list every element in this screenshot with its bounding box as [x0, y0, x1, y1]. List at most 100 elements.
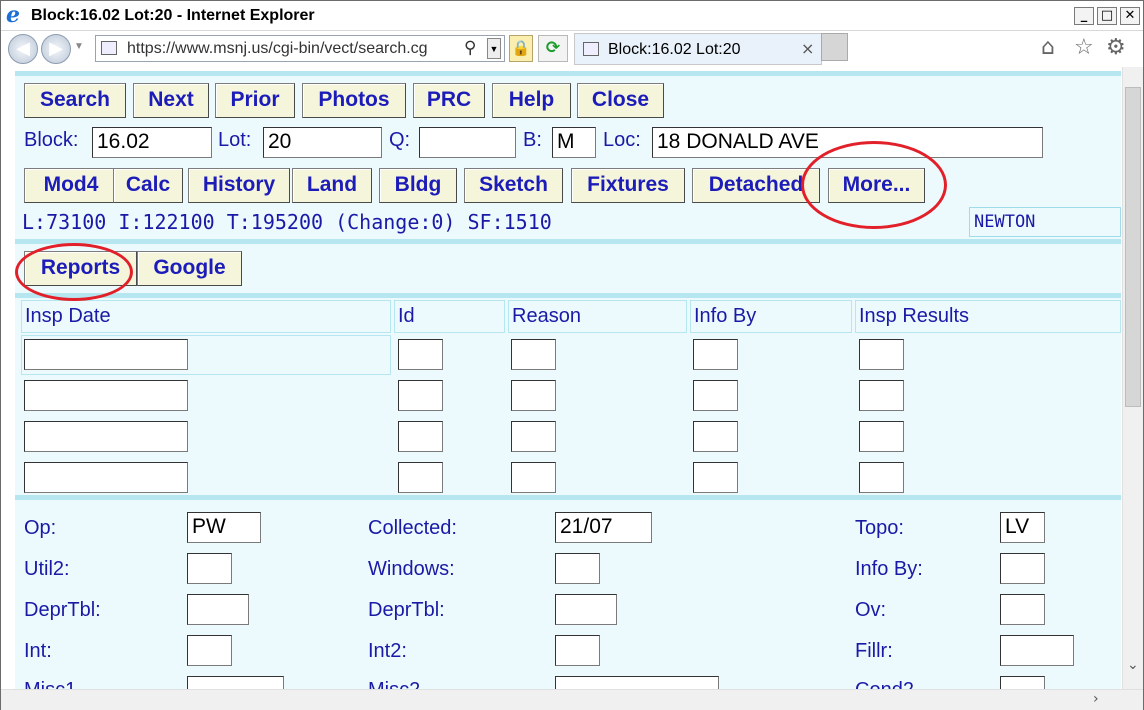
insp-info-by-field[interactable]: [693, 421, 738, 452]
misc2-field[interactable]: [555, 676, 719, 689]
history-dropdown-icon[interactable]: ▼: [74, 41, 84, 52]
tab-close-icon[interactable]: ×: [801, 39, 814, 58]
photos-button[interactable]: Photos: [302, 83, 406, 118]
insp-reason-field[interactable]: [511, 339, 556, 370]
table-header-cell: Id: [394, 300, 505, 333]
insp-results-field[interactable]: [859, 380, 904, 411]
bldg-button[interactable]: Bldg: [379, 168, 457, 203]
forward-button[interactable]: ▶: [41, 34, 71, 64]
int2-field[interactable]: [555, 635, 600, 666]
int-field[interactable]: [187, 635, 232, 666]
loc-label: Loc:: [603, 129, 641, 151]
table-header-cell: Insp Results: [855, 300, 1121, 333]
reports-button[interactable]: Reports: [24, 251, 137, 286]
navigation-bar: ◀ ▶ ▼ https://www.msnj.us/cgi-bin/vect/s…: [1, 31, 1143, 67]
insp-date-field[interactable]: [24, 421, 188, 452]
misc1-field[interactable]: [187, 676, 284, 689]
horizontal-scrollbar[interactable]: ›: [1, 689, 1143, 710]
insp-results-field[interactable]: [859, 339, 904, 370]
insp-info-by-field[interactable]: [693, 339, 738, 370]
insp-id-field[interactable]: [398, 462, 443, 493]
q-field[interactable]: [419, 127, 516, 158]
internet-explorer-icon: e: [6, 2, 20, 28]
minimize-button[interactable]: _: [1074, 7, 1094, 25]
tab-current[interactable]: Block:16.02 Lot:20 ×: [574, 33, 822, 65]
op-field[interactable]: PW: [187, 512, 261, 543]
column-header: Reason: [512, 305, 581, 327]
collected-field[interactable]: 21/07: [555, 512, 652, 543]
new-tab-button[interactable]: [821, 33, 848, 61]
table-header-cell: Insp Date: [21, 300, 391, 333]
insp-date-field[interactable]: [24, 462, 188, 493]
insp-id-field[interactable]: [398, 380, 443, 411]
insp-reason-field[interactable]: [511, 421, 556, 452]
mod4-button[interactable]: Mod4: [24, 168, 118, 203]
table-header-cell: Reason: [508, 300, 687, 333]
util2-field[interactable]: [187, 553, 232, 584]
lot-field[interactable]: 20: [263, 127, 382, 158]
field-label: Op:: [24, 517, 57, 539]
favorites-star-icon[interactable]: ☆: [1074, 35, 1094, 60]
sketch-button[interactable]: Sketch: [464, 168, 563, 203]
address-dropdown-icon[interactable]: ▼: [487, 38, 501, 59]
divider: [15, 239, 1121, 244]
insp-id-field[interactable]: [398, 421, 443, 452]
prc-button[interactable]: PRC: [413, 83, 485, 118]
column-header: Id: [398, 305, 415, 327]
close-button[interactable]: Close: [577, 83, 664, 118]
insp-info-by-field[interactable]: [693, 380, 738, 411]
refresh-button[interactable]: ⟳: [538, 35, 568, 62]
calc-button[interactable]: Calc: [113, 168, 183, 203]
fillr-field[interactable]: [1000, 635, 1074, 666]
maximize-button[interactable]: □: [1097, 7, 1117, 25]
insp-date-field[interactable]: [24, 380, 188, 411]
prior-button[interactable]: Prior: [215, 83, 295, 118]
detached-button[interactable]: Detached: [692, 168, 820, 203]
insp-results-field[interactable]: [859, 462, 904, 493]
scroll-right-icon[interactable]: ›: [1093, 691, 1099, 707]
search-button[interactable]: Search: [24, 83, 126, 118]
field-label: Misc1: [24, 679, 76, 689]
vertical-scroll-thumb[interactable]: [1125, 87, 1141, 407]
back-button[interactable]: ◀: [8, 34, 38, 64]
insp-info-by-field[interactable]: [693, 462, 738, 493]
deprtbl-2-field[interactable]: [555, 594, 617, 625]
topo-field[interactable]: LV: [1000, 512, 1045, 543]
fixtures-button[interactable]: Fixtures: [571, 168, 685, 203]
info-by-field[interactable]: [1000, 553, 1045, 584]
lock-icon[interactable]: 🔒: [509, 35, 533, 62]
search-icon[interactable]: ⚲: [464, 38, 476, 58]
home-icon[interactable]: ⌂: [1041, 35, 1055, 60]
google-button[interactable]: Google: [137, 251, 242, 286]
insp-id-field[interactable]: [398, 339, 443, 370]
insp-reason-field[interactable]: [511, 462, 556, 493]
gear-icon[interactable]: ⚙: [1106, 35, 1126, 60]
title-bar: e Block:16.02 Lot:20 - Internet Explorer…: [1, 1, 1143, 31]
insp-date-field[interactable]: [24, 339, 188, 370]
divider: [15, 293, 1121, 298]
close-window-button[interactable]: ✕: [1120, 7, 1140, 25]
insp-results-field[interactable]: [859, 421, 904, 452]
more-button[interactable]: More...: [828, 168, 925, 203]
browser-window: e Block:16.02 Lot:20 - Internet Explorer…: [0, 0, 1144, 710]
b-field[interactable]: M: [552, 127, 596, 158]
deprtbl-field[interactable]: [187, 594, 249, 625]
ov-field[interactable]: [1000, 594, 1045, 625]
next-button[interactable]: Next: [133, 83, 209, 118]
vertical-scrollbar[interactable]: ⌄: [1122, 67, 1143, 689]
back-arrow-icon: ◀: [16, 38, 30, 59]
location-field[interactable]: 18 DONALD AVE: [652, 127, 1043, 158]
history-button[interactable]: History: [188, 168, 290, 203]
cond2-field[interactable]: [1000, 676, 1045, 689]
field-label: Info By:: [855, 558, 923, 580]
table-header-cell: Info By: [690, 300, 852, 333]
url-text[interactable]: https://www.msnj.us/cgi-bin/vect/search.…: [127, 40, 457, 58]
land-button[interactable]: Land: [292, 168, 372, 203]
help-button[interactable]: Help: [492, 83, 571, 118]
column-header: Insp Results: [859, 305, 970, 327]
block-field[interactable]: 16.02: [92, 127, 212, 158]
address-bar[interactable]: https://www.msnj.us/cgi-bin/vect/search.…: [95, 35, 505, 62]
scroll-down-icon[interactable]: ⌄: [1127, 657, 1139, 673]
insp-reason-field[interactable]: [511, 380, 556, 411]
windows-field[interactable]: [555, 553, 600, 584]
